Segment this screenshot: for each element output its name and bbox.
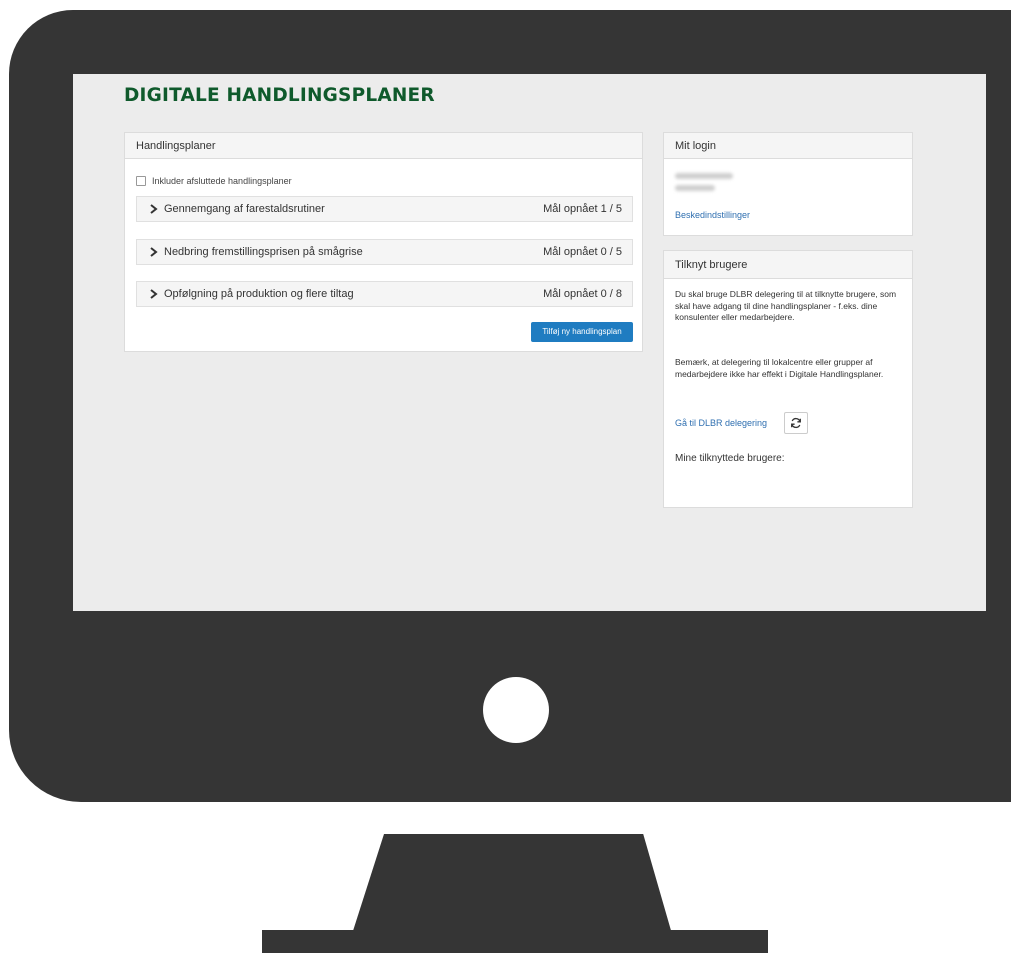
plan-item-2[interactable]: Opfølgning på produktion og flere tiltag…	[136, 281, 633, 307]
plan-progress: Mål opnået 1 / 5	[543, 203, 622, 215]
plan-title: Gennemgang af farestaldsrutiner	[164, 203, 325, 215]
plan-item-0[interactable]: Gennemgang af farestaldsrutiner Mål opnå…	[136, 196, 633, 222]
login-panel: Mit login Beskedindstillinger	[663, 132, 913, 236]
redacted-user-email	[675, 185, 715, 191]
chevron-right-icon	[150, 289, 158, 299]
refresh-button[interactable]	[784, 412, 808, 434]
link-users-panel-heading: Tilknyt brugere	[664, 251, 912, 279]
monitor-stand-base	[262, 930, 768, 953]
plan-progress: Mål opnået 0 / 5	[543, 246, 622, 258]
plan-item-1[interactable]: Nedbring fremstillingsprisen på smågrise…	[136, 239, 633, 265]
include-finished-checkbox-row[interactable]: Inkluder afsluttede handlingsplaner	[136, 176, 292, 186]
include-finished-checkbox[interactable]	[136, 176, 146, 186]
delegation-note: Bemærk, at delegering til lokalcentre el…	[675, 357, 884, 379]
link-users-panel: Tilknyt brugere Du skal bruge DLBR deleg…	[663, 250, 913, 508]
monitor-power-button	[483, 677, 549, 743]
dlbr-delegation-link[interactable]: Gå til DLBR delegering	[675, 418, 767, 428]
plan-progress: Mål opnået 0 / 8	[543, 288, 622, 300]
message-settings-link[interactable]: Beskedindstillinger	[675, 210, 750, 220]
app-screen: DIGITALE HANDLINGSPLANER Handlingsplaner…	[73, 74, 986, 611]
monitor-illustration: DIGITALE HANDLINGSPLANER Handlingsplaner…	[0, 0, 1011, 953]
login-panel-heading: Mit login	[664, 133, 912, 159]
monitor-stand-neck	[352, 834, 672, 934]
brand-logo[interactable]: DIGITALE HANDLINGSPLANER	[124, 85, 435, 106]
refresh-icon	[791, 417, 801, 429]
delegation-description: Du skal bruge DLBR delegering til at til…	[675, 289, 897, 322]
plan-title: Nedbring fremstillingsprisen på smågrise	[164, 246, 363, 258]
chevron-right-icon	[150, 204, 158, 214]
chevron-right-icon	[150, 247, 158, 257]
plans-panel-heading: Handlingsplaner	[125, 133, 642, 159]
plan-title: Opfølgning på produktion og flere tiltag	[164, 288, 354, 300]
add-plan-button[interactable]: Tilføj ny handlingsplan	[531, 322, 633, 342]
redacted-user-name	[675, 173, 733, 179]
include-finished-label[interactable]: Inkluder afsluttede handlingsplaner	[152, 176, 292, 186]
my-linked-users-label: Mine tilknyttede brugere:	[675, 453, 785, 464]
plans-panel: Handlingsplaner Inkluder afsluttede hand…	[124, 132, 643, 352]
